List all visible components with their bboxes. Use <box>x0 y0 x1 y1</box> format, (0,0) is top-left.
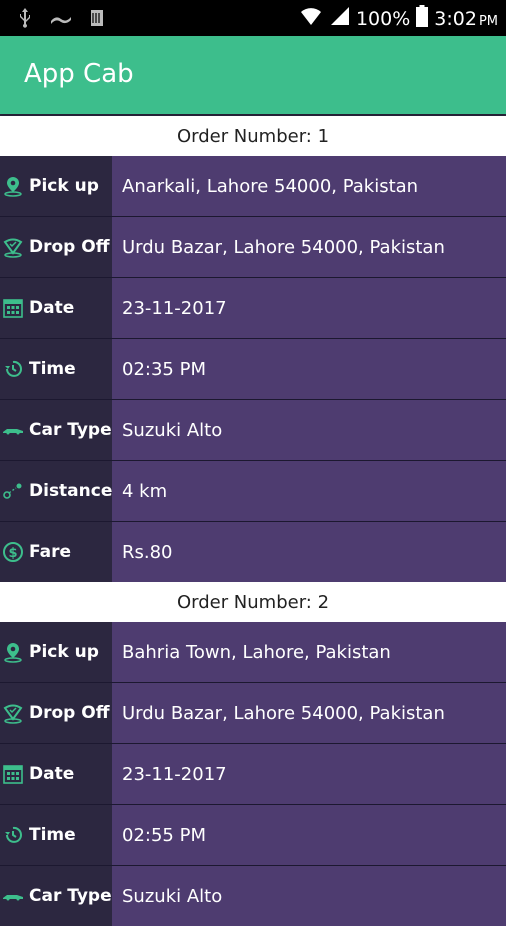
row-label-cell: Pick up <box>0 622 112 682</box>
order-row-date: Date 23-11-2017 <box>0 744 506 805</box>
signal-icon <box>328 6 350 31</box>
status-bar: 100% 3:02 PM <box>0 0 506 36</box>
drop-off-label: Drop Off <box>29 237 110 257</box>
date-label: Date <box>29 298 75 318</box>
car-type-label: Car Type <box>29 886 112 906</box>
clock-icon <box>2 824 24 846</box>
location-pin-icon <box>2 641 24 663</box>
usb-icon <box>18 8 32 33</box>
order-row-pick-up: Pick up Anarkali, Lahore 54000, Pakistan <box>0 156 506 217</box>
car-icon <box>2 885 24 907</box>
order-number-header: Order Number: 1 <box>0 116 506 156</box>
row-label-cell: Time <box>0 805 112 865</box>
pick-up-label: Pick up <box>29 176 99 196</box>
order-row-drop-off: Drop Off Urdu Bazar, Lahore 54000, Pakist… <box>0 217 506 278</box>
row-label-cell: Car Type <box>0 866 112 926</box>
order-card[interactable]: Order Number: 1 Pick up Anarkali, Lahore 5… <box>0 116 506 582</box>
drop-off-pin-icon <box>2 702 24 724</box>
calendar-icon <box>2 763 24 785</box>
row-label-cell: Drop Off <box>0 217 112 277</box>
order-row-drop-off: Drop Off Urdu Bazar, Lahore 54000, Pakist… <box>0 683 506 744</box>
date-value: 23-11-2017 <box>112 744 506 804</box>
row-label-cell: $ Fare <box>0 522 112 582</box>
battery-percent: 100% <box>355 7 411 30</box>
location-pin-icon <box>2 175 24 197</box>
time-value: 02:35 PM <box>112 339 506 399</box>
date-label: Date <box>29 764 75 784</box>
order-number-header: Order Number: 2 <box>0 582 506 622</box>
clock-ampm: PM <box>478 13 498 29</box>
drop-off-value: Urdu Bazar, Lahore 54000, Pakistan <box>112 683 506 743</box>
notification-icon <box>50 12 72 30</box>
order-row-pick-up: Pick up Bahria Town, Lahore, Pakistan <box>0 622 506 683</box>
distance-value: 4 km <box>112 461 506 521</box>
car-type-value: Suzuki Alto <box>112 400 506 460</box>
distance-label: Distance <box>29 481 113 501</box>
wifi-icon <box>300 6 322 31</box>
order-row-car-type: Car Type Suzuki Alto <box>0 866 506 926</box>
car-icon <box>2 419 24 441</box>
row-label-cell: Date <box>0 744 112 804</box>
distance-icon <box>2 480 24 502</box>
order-row-time: Time 02:35 PM <box>0 339 506 400</box>
sim-icon <box>90 9 104 32</box>
time-label: Time <box>29 359 76 379</box>
clock-time: 3:02 <box>434 7 477 30</box>
drop-off-label: Drop Off <box>29 703 110 723</box>
fare-value: Rs.80 <box>112 522 506 582</box>
row-label-cell: Time <box>0 339 112 399</box>
order-row-fare: $ Fare Rs.80 <box>0 522 506 582</box>
svg-text:$: $ <box>8 546 17 561</box>
clock-icon <box>2 358 24 380</box>
date-value: 23-11-2017 <box>112 278 506 338</box>
drop-off-pin-icon <box>2 236 24 258</box>
row-label-cell: Drop Off <box>0 683 112 743</box>
order-row-date: Date 23-11-2017 <box>0 278 506 339</box>
order-row-car-type: Car Type Suzuki Alto <box>0 400 506 461</box>
row-label-cell: Distance <box>0 461 112 521</box>
row-label-cell: Pick up <box>0 156 112 216</box>
orders-list[interactable]: Order Number: 1 Pick up Anarkali, Lahore 5… <box>0 116 506 926</box>
row-label-cell: Car Type <box>0 400 112 460</box>
order-card[interactable]: Order Number: 2 Pick up Bahria Town, Lahor… <box>0 582 506 926</box>
row-label-cell: Date <box>0 278 112 338</box>
pick-up-label: Pick up <box>29 642 99 662</box>
app-title: App Cab <box>24 59 134 89</box>
order-row-time: Time 02:55 PM <box>0 805 506 866</box>
drop-off-value: Urdu Bazar, Lahore 54000, Pakistan <box>112 217 506 277</box>
battery-icon <box>416 5 429 32</box>
order-row-distance: Distance 4 km <box>0 461 506 522</box>
pick-up-value: Bahria Town, Lahore, Pakistan <box>112 622 506 682</box>
fare-label: Fare <box>29 542 72 562</box>
dollar-icon: $ <box>2 541 24 563</box>
car-type-label: Car Type <box>29 420 112 440</box>
car-type-value: Suzuki Alto <box>112 866 506 926</box>
pick-up-value: Anarkali, Lahore 54000, Pakistan <box>112 156 506 216</box>
time-label: Time <box>29 825 76 845</box>
time-value: 02:55 PM <box>112 805 506 865</box>
app-bar: App Cab <box>0 36 506 114</box>
calendar-icon <box>2 297 24 319</box>
